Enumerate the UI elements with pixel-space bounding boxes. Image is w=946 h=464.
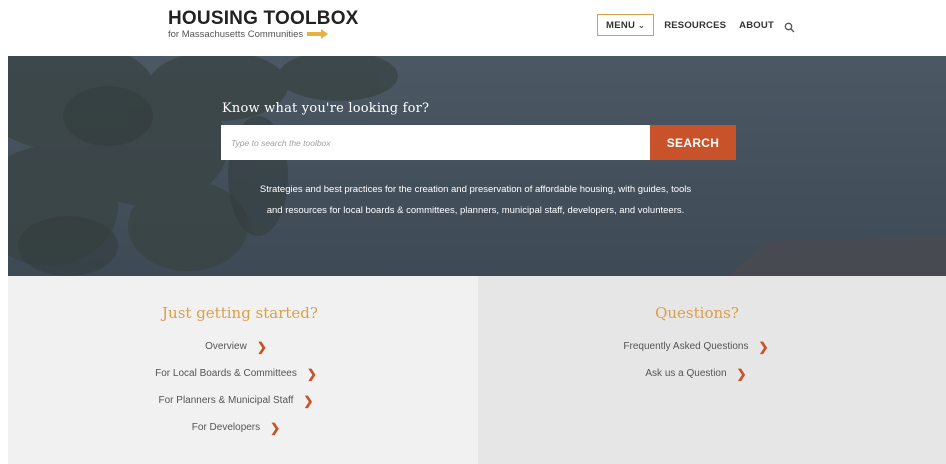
link-label: For Planners & Municipal Staff: [158, 395, 294, 406]
hero-section: Know what you're looking for? SEARCH Str…: [8, 56, 946, 276]
questions-panel: Questions? Frequently Asked Questions ❯ …: [478, 276, 946, 464]
nav-resources-link[interactable]: RESOURCES: [664, 20, 726, 31]
search-button[interactable]: SEARCH: [650, 125, 736, 160]
search-icon[interactable]: [784, 20, 795, 32]
main-nav: MENU ⌄ RESOURCES ABOUT: [597, 14, 795, 36]
planners-link[interactable]: For Planners & Municipal Staff ❯: [0, 387, 521, 414]
chevron-right-icon: ❯: [736, 366, 747, 381]
chevron-down-icon: ⌄: [638, 20, 646, 30]
chevron-right-icon: ❯: [303, 393, 314, 408]
link-label: For Local Boards & Committees: [155, 368, 297, 379]
link-label: Overview: [205, 341, 247, 352]
logo-title: HOUSING TOOLBOX: [168, 8, 359, 29]
site-header: HOUSING TOOLBOX for Massachusetts Commun…: [0, 0, 946, 56]
site-logo[interactable]: HOUSING TOOLBOX for Massachusetts Commun…: [168, 8, 359, 41]
hero-description: Strategies and best practices for the cr…: [198, 179, 753, 221]
key-icon: [307, 28, 329, 40]
hero-description-line: and resources for local boards & committ…: [266, 205, 685, 216]
chevron-right-icon: ❯: [256, 339, 267, 354]
hero-background-image: [8, 56, 946, 276]
developers-link[interactable]: For Developers ❯: [0, 414, 521, 441]
chevron-right-icon: ❯: [758, 339, 769, 354]
hero-heading: Know what you're looking for?: [222, 101, 430, 116]
questions-title: Questions?: [655, 304, 739, 322]
hero-description-line: Strategies and best practices for the cr…: [259, 184, 692, 195]
quick-links-section: Just getting started? Overview ❯ For Loc…: [8, 276, 946, 464]
link-label: Frequently Asked Questions: [623, 341, 749, 352]
link-label: For Developers: [191, 422, 261, 433]
logo-subtitle-row: for Massachusetts Communities: [168, 28, 359, 40]
faq-link[interactable]: Frequently Asked Questions ❯: [421, 333, 946, 360]
logo-subtitle: for Massachusetts Communities: [168, 29, 304, 40]
search-form: SEARCH: [221, 125, 736, 160]
nav-about-link[interactable]: ABOUT: [739, 20, 774, 31]
questions-links: Frequently Asked Questions ❯ Ask us a Qu…: [421, 333, 946, 387]
ask-question-link[interactable]: Ask us a Question ❯: [421, 360, 946, 387]
chevron-right-icon: ❯: [306, 366, 317, 381]
search-input[interactable]: [221, 125, 650, 160]
menu-label: MENU: [606, 19, 636, 31]
menu-button[interactable]: MENU ⌄: [597, 14, 655, 36]
getting-started-panel: Just getting started? Overview ❯ For Loc…: [8, 276, 478, 464]
chevron-right-icon: ❯: [270, 420, 281, 435]
link-label: Ask us a Question: [645, 368, 727, 379]
